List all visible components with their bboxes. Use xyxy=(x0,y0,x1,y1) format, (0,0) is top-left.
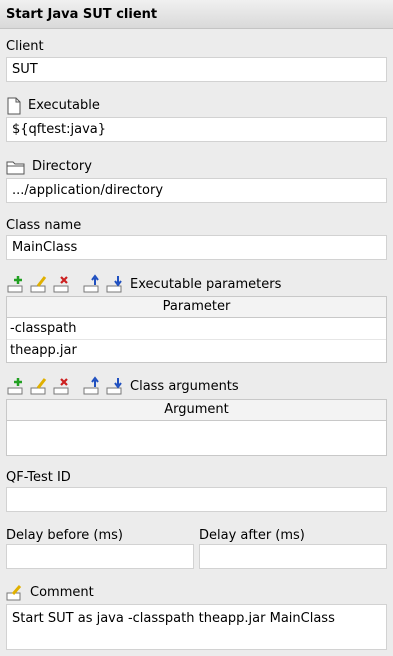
delete-icon xyxy=(53,276,69,293)
edit-icon xyxy=(30,378,47,395)
class-args-table[interactable]: Argument xyxy=(6,399,387,456)
client-label: Client xyxy=(6,39,44,54)
move-up-argument-button[interactable] xyxy=(82,376,102,396)
add-icon xyxy=(7,276,23,293)
delete-argument-button[interactable] xyxy=(52,376,72,396)
table-row[interactable]: theapp.jar xyxy=(7,340,386,362)
client-field[interactable]: SUT xyxy=(6,57,387,82)
add-icon xyxy=(7,378,23,395)
exec-params-label: Executable parameters xyxy=(130,276,282,292)
delete-parameter-button[interactable] xyxy=(52,274,72,294)
delay-before-field[interactable] xyxy=(6,544,194,569)
class-name-label: Class name xyxy=(6,218,82,233)
delay-before-label: Delay before (ms) xyxy=(6,528,123,543)
folder-icon xyxy=(6,161,25,175)
directory-label: Directory xyxy=(6,159,92,175)
edit-parameter-button[interactable] xyxy=(29,274,49,294)
argument-column-header[interactable]: Argument xyxy=(7,400,386,421)
move-down-parameter-button[interactable] xyxy=(105,274,125,294)
add-parameter-button[interactable] xyxy=(6,274,26,294)
edit-argument-button[interactable] xyxy=(29,376,49,396)
move-up-icon xyxy=(83,376,99,395)
move-down-icon xyxy=(106,276,122,293)
directory-field[interactable]: .../application/directory xyxy=(6,178,387,203)
delay-after-field[interactable] xyxy=(199,544,387,569)
executable-field[interactable]: ${qftest:java} xyxy=(6,117,387,142)
panel-title: Start Java SUT client xyxy=(0,0,393,29)
delete-icon xyxy=(53,378,69,395)
delay-after-label: Delay after (ms) xyxy=(199,528,305,543)
class-name-field[interactable]: MainClass xyxy=(6,235,387,260)
exec-params-toolbar: Executable parameters xyxy=(6,273,281,295)
move-down-icon xyxy=(106,378,122,395)
edit-comment-icon xyxy=(6,585,22,601)
executable-label: Executable xyxy=(6,97,100,115)
exec-params-table[interactable]: Parameter -classpath theapp.jar xyxy=(6,296,387,363)
move-up-icon xyxy=(83,274,99,293)
edit-icon xyxy=(30,276,47,293)
add-argument-button[interactable] xyxy=(6,376,26,396)
move-up-parameter-button[interactable] xyxy=(82,274,102,294)
class-args-label: Class arguments xyxy=(130,378,239,394)
comment-field[interactable]: Start SUT as java -classpath theapp.jar … xyxy=(6,604,387,650)
parameter-column-header[interactable]: Parameter xyxy=(7,297,386,318)
qftest-id-label: QF-Test ID xyxy=(6,470,71,485)
comment-label: Comment xyxy=(6,584,94,602)
move-down-argument-button[interactable] xyxy=(105,376,125,396)
table-row[interactable]: -classpath xyxy=(7,318,386,340)
class-args-toolbar: Class arguments xyxy=(6,375,239,397)
document-icon xyxy=(7,97,21,115)
qftest-id-field[interactable] xyxy=(6,487,387,512)
